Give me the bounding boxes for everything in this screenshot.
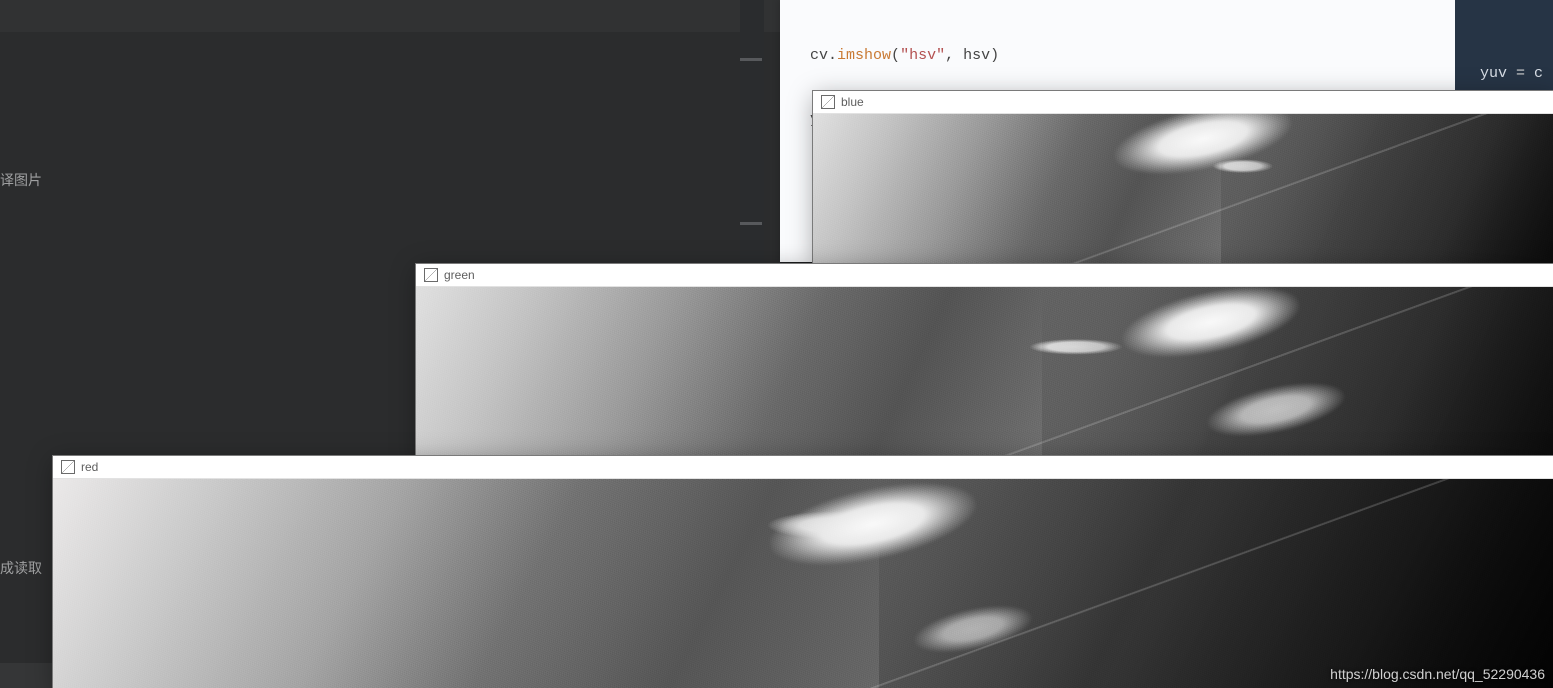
cv-window-image bbox=[53, 479, 1553, 688]
code-token: cv bbox=[810, 47, 828, 64]
dark-editor-tabstrip[interactable] bbox=[0, 0, 780, 32]
screenshot-root: 译图片 成读取 cv.imshow("hsv", hsv) yuv = cv.c… bbox=[0, 0, 1553, 688]
cv-window-title: blue bbox=[841, 95, 864, 109]
cv-window-title: green bbox=[444, 268, 475, 282]
cv-window-image bbox=[416, 287, 1553, 458]
watermark-text: https://blog.csdn.net/qq_52290436 bbox=[1330, 666, 1545, 682]
code-token: yuv bbox=[1480, 65, 1516, 82]
code-token: c bbox=[1534, 65, 1543, 82]
code-token: imshow bbox=[837, 47, 891, 64]
cv-window-green[interactable]: green bbox=[415, 263, 1553, 459]
code-token: = bbox=[1516, 65, 1534, 82]
code-token: "hsv" bbox=[900, 47, 945, 64]
app-icon bbox=[821, 95, 835, 109]
app-icon bbox=[424, 268, 438, 282]
cv-window-image bbox=[813, 114, 1553, 263]
app-icon bbox=[61, 460, 75, 474]
minimap-mark bbox=[740, 58, 762, 61]
code-token: hsv bbox=[963, 47, 990, 64]
minimap-mark bbox=[740, 222, 762, 225]
cv-window-titlebar[interactable]: blue bbox=[813, 91, 1553, 114]
code-fragment-a: 译图片 bbox=[0, 170, 42, 190]
cv-window-titlebar[interactable]: red bbox=[53, 456, 1553, 479]
code-token: ( bbox=[891, 47, 900, 64]
code-fragment-b: 成读取 bbox=[0, 558, 42, 578]
code-token: , bbox=[945, 47, 963, 64]
cv-window-red[interactable]: red bbox=[52, 455, 1553, 688]
code-token: . bbox=[828, 47, 837, 64]
cv-window-title: red bbox=[81, 460, 98, 474]
code-token: ) bbox=[990, 47, 999, 64]
cv-window-blue[interactable]: blue bbox=[812, 90, 1553, 264]
cv-window-titlebar[interactable]: green bbox=[416, 264, 1553, 287]
